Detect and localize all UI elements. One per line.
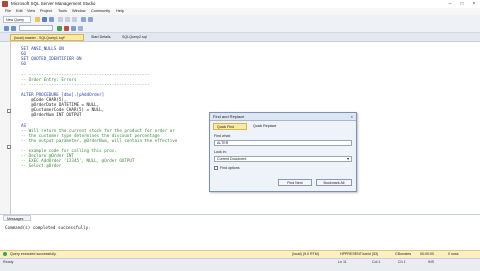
column-indicator: Col 1 [372, 260, 381, 264]
success-icon [3, 252, 7, 256]
find-options-label[interactable]: Find options [220, 166, 240, 170]
code-line: SET QUOTED_IDENTIFIER ON [21, 56, 82, 62]
code-line: -- Select @Order [21, 163, 62, 169]
collapse-toggle-icon[interactable]: − [7, 109, 11, 114]
display-plan-icon[interactable] [78, 26, 83, 31]
connect-icon[interactable] [4, 26, 9, 31]
window-title: Microsoft SQL Server Management Studio [11, 1, 96, 6]
close-icon[interactable]: × [468, 0, 480, 8]
menu-community[interactable]: Community [91, 8, 110, 15]
bookmark-all-button[interactable]: Bookmark All [316, 179, 352, 186]
cancel-query-icon[interactable] [64, 26, 69, 31]
code-line: -- the output parameter, @OrderNum, will… [21, 137, 178, 143]
menu-tools[interactable]: Tools [58, 8, 67, 15]
char-indicator: Ch 1 [398, 260, 406, 264]
find-what-label: Find what: [214, 134, 231, 138]
result-message: Command(s) completed successfully. [5, 225, 91, 230]
tab-sqlquery2[interactable]: SQLQuery2.sql [119, 34, 155, 41]
code-line: @OrderNum INT OUTPUT [21, 112, 82, 118]
chevron-down-icon[interactable]: ▾ [347, 156, 349, 161]
menu-project[interactable]: Project [40, 8, 52, 15]
code-line: SET ANSI_NULLS ON [21, 46, 64, 51]
editor-gutter [0, 42, 11, 214]
menu-file[interactable]: File [5, 8, 11, 15]
find-replace-dialog: Find and Replace × Quick Find Quick Repl… [209, 112, 357, 192]
find-what-input[interactable]: ALTER [214, 140, 352, 146]
paste-icon[interactable] [72, 17, 77, 22]
new-query-button[interactable]: New Query [3, 16, 31, 23]
look-in-label: Look in: [214, 150, 227, 154]
app-icon [2, 1, 8, 7]
tab-quick-replace[interactable]: Quick Replace [250, 123, 290, 130]
minimize-icon[interactable]: – [444, 0, 456, 8]
app-status-bar [0, 258, 480, 271]
tab-sqlquery1[interactable]: (local).master - SQLQuery1.sql* [10, 34, 84, 41]
tab-quick-find[interactable]: Quick Find [213, 123, 247, 130]
status-time: 00:00:00 [420, 252, 434, 256]
expand-options-icon[interactable] [214, 166, 218, 170]
undo-icon[interactable] [81, 17, 86, 22]
cut-icon[interactable] [58, 17, 63, 22]
change-connection-icon[interactable] [11, 26, 16, 31]
status-rows: 0 rows [448, 252, 459, 256]
line-indicator: Ln 11 [338, 260, 347, 264]
status-text: Query executed successfully. [10, 252, 57, 256]
code-line: -- -------------------------------------… [21, 81, 150, 87]
menu-help[interactable]: Help [116, 8, 124, 15]
code-line: GO [21, 61, 27, 67]
save-icon[interactable] [42, 17, 47, 22]
dialog-close-icon[interactable]: × [351, 113, 353, 121]
dialog-title: Find and Replace [210, 113, 356, 121]
execute-icon[interactable] [57, 26, 62, 31]
maximize-icon[interactable]: □ [456, 0, 468, 8]
status-server: (local) (9.0 RTM) [292, 252, 319, 256]
menu-edit[interactable]: Edit [16, 8, 23, 15]
insert-mode-indicator: INS [428, 260, 434, 264]
status-database: CBurrates [395, 252, 412, 256]
copy-icon[interactable] [65, 17, 70, 22]
look-in-dropdown[interactable]: Current Document [214, 156, 352, 162]
tab-messages[interactable]: Messages [3, 215, 31, 221]
ready-label: Ready [3, 260, 14, 264]
open-file-icon[interactable] [35, 17, 40, 22]
database-dropdown[interactable] [19, 25, 53, 31]
find-next-button[interactable]: Find Next [278, 179, 312, 186]
save-all-icon[interactable] [49, 17, 54, 22]
redo-icon[interactable] [88, 17, 93, 22]
status-user: HPPRESENT\sreid (53) [340, 252, 379, 256]
parse-icon[interactable] [71, 26, 76, 31]
menu-window[interactable]: Window [72, 8, 86, 15]
menu-view[interactable]: View [27, 8, 35, 15]
collapse-toggle-icon[interactable]: − [7, 145, 11, 150]
tab-start-details[interactable]: Start Details [88, 34, 118, 41]
